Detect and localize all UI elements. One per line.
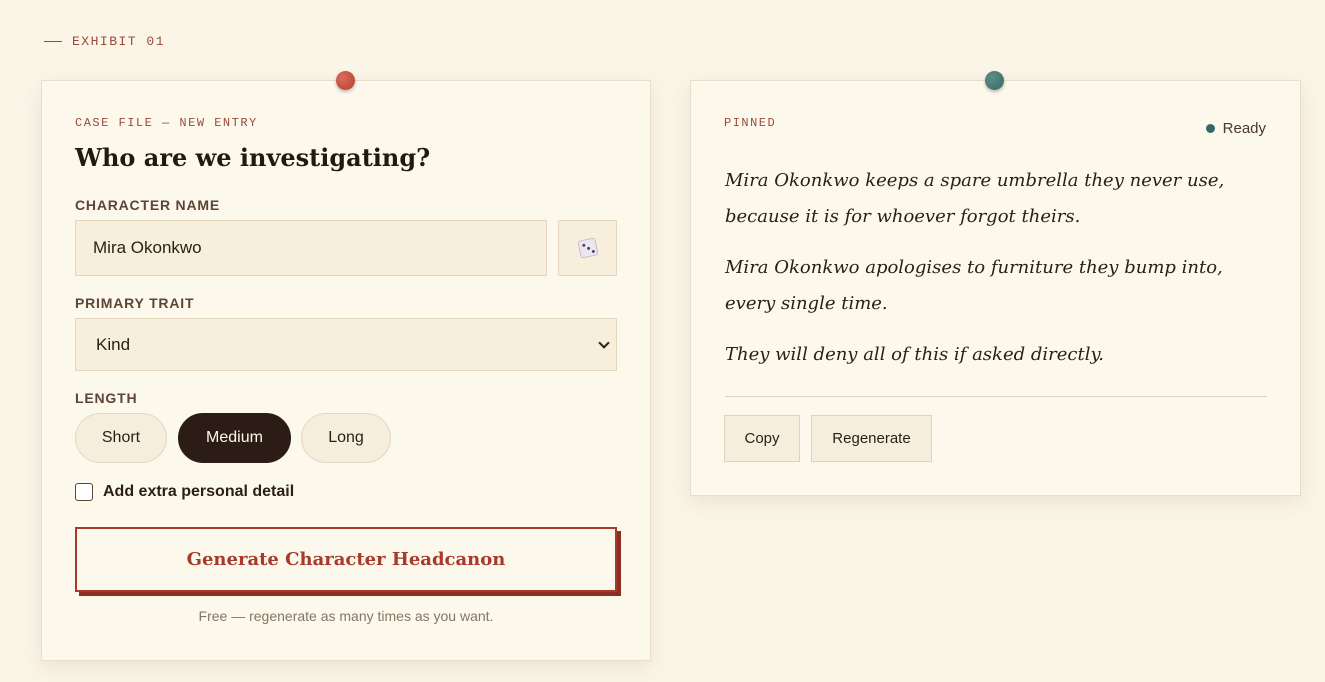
primary-trait-select[interactable]: Kind <box>75 318 617 371</box>
exhibit-dash <box>44 41 62 42</box>
extra-detail-label: Add extra personal detail <box>103 483 295 500</box>
copy-button[interactable]: Copy <box>724 415 800 462</box>
status-text: Ready <box>1222 120 1266 137</box>
form-heading: Who are we investigating? <box>75 143 431 172</box>
headcanon-line: Mira Okonkwo apologises to furniture the… <box>725 257 1223 314</box>
exhibit-label: EXHIBIT 01 <box>44 34 165 49</box>
case-file-kicker: CASE FILE — NEW ENTRY <box>75 116 258 130</box>
primary-trait-label: PRIMARY TRAIT <box>75 295 195 311</box>
length-label: LENGTH <box>75 390 138 406</box>
case-file-card: CASE FILE — NEW ENTRY Who are we investi… <box>41 71 651 661</box>
extra-detail-toggle[interactable]: Add extra personal detail <box>75 483 294 501</box>
character-name-input[interactable] <box>75 220 547 276</box>
status-dot-icon <box>1205 124 1215 133</box>
pinned-kicker: PINNED <box>724 116 777 130</box>
exhibit-text: EXHIBIT 01 <box>72 34 166 49</box>
teal-pin-icon <box>985 71 1004 90</box>
pinned-result-card: PINNED Ready Mira Okonkwo keeps a spare … <box>690 71 1301 496</box>
randomize-name-button[interactable] <box>558 220 617 276</box>
headcanon-line: Mira Okonkwo keeps a spare umbrella they… <box>725 170 1225 227</box>
extra-detail-checkbox[interactable] <box>75 483 93 501</box>
dice-icon <box>576 237 599 259</box>
length-option-long[interactable]: Long <box>301 413 391 463</box>
length-option-medium[interactable]: Medium <box>178 413 291 463</box>
result-divider <box>725 396 1267 397</box>
status-badge: Ready <box>1205 120 1266 137</box>
generate-footnote: Free — regenerate as many times as you w… <box>198 608 494 624</box>
length-option-short[interactable]: Short <box>75 413 167 463</box>
red-pin-icon <box>336 71 355 90</box>
primary-trait-value: Kind <box>96 334 131 354</box>
generate-headcanon-button[interactable]: Generate Character Headcanon <box>75 527 617 592</box>
chevron-down-icon <box>598 337 610 349</box>
regenerate-button[interactable]: Regenerate <box>811 415 932 462</box>
headcanon-line: They will deny all of this if asked dire… <box>725 344 1104 365</box>
character-name-label: CHARACTER NAME <box>75 197 220 213</box>
